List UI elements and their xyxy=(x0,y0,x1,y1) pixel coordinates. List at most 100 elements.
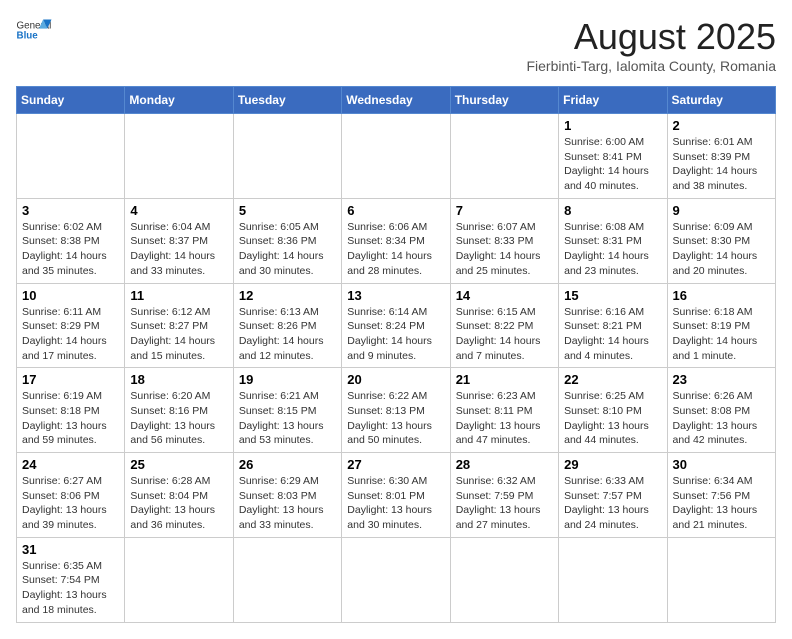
day-number: 24 xyxy=(22,457,119,472)
calendar-subtitle: Fierbinti-Targ, Ialomita County, Romania xyxy=(526,58,776,74)
day-number: 11 xyxy=(130,288,227,303)
day-info: Sunrise: 6:18 AM Sunset: 8:19 PM Dayligh… xyxy=(673,305,770,364)
day-info: Sunrise: 6:09 AM Sunset: 8:30 PM Dayligh… xyxy=(673,220,770,279)
calendar-cell xyxy=(17,114,125,199)
calendar-cell: 15 Sunrise: 6:16 AM Sunset: 8:21 PM Dayli… xyxy=(559,283,667,368)
day-info: Sunrise: 6:01 AM Sunset: 8:39 PM Dayligh… xyxy=(673,135,770,194)
logo-icon: General Blue xyxy=(16,16,52,44)
svg-text:Blue: Blue xyxy=(17,30,39,41)
weekday-header: Tuesday xyxy=(233,87,341,114)
calendar-cell: 31Sunrise: 6:35 AM Sunset: 7:54 PM Dayli… xyxy=(17,537,125,622)
calendar-cell: 28 Sunrise: 6:32 AM Sunset: 7:59 PM Dayli… xyxy=(450,453,558,538)
calendar-cell: 16 Sunrise: 6:18 AM Sunset: 8:19 PM Dayli… xyxy=(667,283,775,368)
calendar-cell: 17Sunrise: 6:19 AM Sunset: 8:18 PM Dayli… xyxy=(17,368,125,453)
day-number: 1 xyxy=(564,118,661,133)
calendar-cell: 25 Sunrise: 6:28 AM Sunset: 8:04 PM Dayli… xyxy=(125,453,233,538)
day-number: 8 xyxy=(564,203,661,218)
calendar-week-row: 1 Sunrise: 6:00 AM Sunset: 8:41 PM Daylig… xyxy=(17,114,776,199)
calendar-cell xyxy=(450,114,558,199)
day-info: Sunrise: 6:27 AM Sunset: 8:06 PM Dayligh… xyxy=(22,474,119,533)
day-info: Sunrise: 6:14 AM Sunset: 8:24 PM Dayligh… xyxy=(347,305,444,364)
calendar-cell xyxy=(342,537,450,622)
weekday-header: Wednesday xyxy=(342,87,450,114)
day-info: Sunrise: 6:35 AM Sunset: 7:54 PM Dayligh… xyxy=(22,559,119,618)
calendar-title: August 2025 xyxy=(526,16,776,58)
calendar-week-row: 10Sunrise: 6:11 AM Sunset: 8:29 PM Dayli… xyxy=(17,283,776,368)
day-number: 14 xyxy=(456,288,553,303)
day-number: 12 xyxy=(239,288,336,303)
day-number: 13 xyxy=(347,288,444,303)
calendar-cell: 21 Sunrise: 6:23 AM Sunset: 8:11 PM Dayli… xyxy=(450,368,558,453)
calendar-cell xyxy=(559,537,667,622)
day-number: 22 xyxy=(564,372,661,387)
calendar-cell: 12 Sunrise: 6:13 AM Sunset: 8:26 PM Dayli… xyxy=(233,283,341,368)
calendar-week-row: 17Sunrise: 6:19 AM Sunset: 8:18 PM Dayli… xyxy=(17,368,776,453)
day-info: Sunrise: 6:08 AM Sunset: 8:31 PM Dayligh… xyxy=(564,220,661,279)
calendar-cell xyxy=(233,114,341,199)
weekday-header: Friday xyxy=(559,87,667,114)
day-number: 26 xyxy=(239,457,336,472)
day-info: Sunrise: 6:00 AM Sunset: 8:41 PM Dayligh… xyxy=(564,135,661,194)
day-info: Sunrise: 6:23 AM Sunset: 8:11 PM Dayligh… xyxy=(456,389,553,448)
calendar-cell xyxy=(667,537,775,622)
day-info: Sunrise: 6:06 AM Sunset: 8:34 PM Dayligh… xyxy=(347,220,444,279)
page-header: General Blue August 2025 Fierbinti-Targ,… xyxy=(16,16,776,74)
calendar-cell xyxy=(342,114,450,199)
day-number: 28 xyxy=(456,457,553,472)
calendar-cell: 19 Sunrise: 6:21 AM Sunset: 8:15 PM Dayli… xyxy=(233,368,341,453)
weekday-header: Monday xyxy=(125,87,233,114)
title-block: August 2025 Fierbinti-Targ, Ialomita Cou… xyxy=(526,16,776,74)
calendar-cell: 27 Sunrise: 6:30 AM Sunset: 8:01 PM Dayli… xyxy=(342,453,450,538)
calendar-cell: 8 Sunrise: 6:08 AM Sunset: 8:31 PM Daylig… xyxy=(559,198,667,283)
calendar-cell: 10Sunrise: 6:11 AM Sunset: 8:29 PM Dayli… xyxy=(17,283,125,368)
day-info: Sunrise: 6:02 AM Sunset: 8:38 PM Dayligh… xyxy=(22,220,119,279)
calendar-cell: 29Sunrise: 6:33 AM Sunset: 7:57 PM Dayli… xyxy=(559,453,667,538)
calendar-cell: 3Sunrise: 6:02 AM Sunset: 8:38 PM Daylig… xyxy=(17,198,125,283)
day-info: Sunrise: 6:26 AM Sunset: 8:08 PM Dayligh… xyxy=(673,389,770,448)
day-number: 20 xyxy=(347,372,444,387)
day-info: Sunrise: 6:04 AM Sunset: 8:37 PM Dayligh… xyxy=(130,220,227,279)
day-number: 4 xyxy=(130,203,227,218)
day-info: Sunrise: 6:05 AM Sunset: 8:36 PM Dayligh… xyxy=(239,220,336,279)
weekday-header: Sunday xyxy=(17,87,125,114)
calendar-cell xyxy=(125,537,233,622)
calendar-cell: 2 Sunrise: 6:01 AM Sunset: 8:39 PM Daylig… xyxy=(667,114,775,199)
day-info: Sunrise: 6:16 AM Sunset: 8:21 PM Dayligh… xyxy=(564,305,661,364)
calendar-cell: 5 Sunrise: 6:05 AM Sunset: 8:36 PM Daylig… xyxy=(233,198,341,283)
calendar-cell xyxy=(450,537,558,622)
calendar-cell: 22Sunrise: 6:25 AM Sunset: 8:10 PM Dayli… xyxy=(559,368,667,453)
day-number: 18 xyxy=(130,372,227,387)
calendar-cell: 6Sunrise: 6:06 AM Sunset: 8:34 PM Daylig… xyxy=(342,198,450,283)
calendar-cell: 24 Sunrise: 6:27 AM Sunset: 8:06 PM Dayli… xyxy=(17,453,125,538)
day-info: Sunrise: 6:32 AM Sunset: 7:59 PM Dayligh… xyxy=(456,474,553,533)
day-info: Sunrise: 6:21 AM Sunset: 8:15 PM Dayligh… xyxy=(239,389,336,448)
weekday-header-row: SundayMondayTuesdayWednesdayThursdayFrid… xyxy=(17,87,776,114)
calendar-cell: 4 Sunrise: 6:04 AM Sunset: 8:37 PM Daylig… xyxy=(125,198,233,283)
day-info: Sunrise: 6:13 AM Sunset: 8:26 PM Dayligh… xyxy=(239,305,336,364)
calendar-cell: 20 Sunrise: 6:22 AM Sunset: 8:13 PM Dayli… xyxy=(342,368,450,453)
day-number: 5 xyxy=(239,203,336,218)
calendar-week-row: 3Sunrise: 6:02 AM Sunset: 8:38 PM Daylig… xyxy=(17,198,776,283)
calendar-cell: 11Sunrise: 6:12 AM Sunset: 8:27 PM Dayli… xyxy=(125,283,233,368)
day-number: 17 xyxy=(22,372,119,387)
day-number: 7 xyxy=(456,203,553,218)
day-info: Sunrise: 6:28 AM Sunset: 8:04 PM Dayligh… xyxy=(130,474,227,533)
day-info: Sunrise: 6:22 AM Sunset: 8:13 PM Dayligh… xyxy=(347,389,444,448)
calendar-cell: 14Sunrise: 6:15 AM Sunset: 8:22 PM Dayli… xyxy=(450,283,558,368)
calendar-cell: 23Sunrise: 6:26 AM Sunset: 8:08 PM Dayli… xyxy=(667,368,775,453)
day-number: 21 xyxy=(456,372,553,387)
day-number: 27 xyxy=(347,457,444,472)
day-number: 25 xyxy=(130,457,227,472)
calendar-cell: 30Sunrise: 6:34 AM Sunset: 7:56 PM Dayli… xyxy=(667,453,775,538)
weekday-header: Thursday xyxy=(450,87,558,114)
calendar-cell: 9Sunrise: 6:09 AM Sunset: 8:30 PM Daylig… xyxy=(667,198,775,283)
day-info: Sunrise: 6:29 AM Sunset: 8:03 PM Dayligh… xyxy=(239,474,336,533)
day-number: 2 xyxy=(673,118,770,133)
calendar-cell: 7Sunrise: 6:07 AM Sunset: 8:33 PM Daylig… xyxy=(450,198,558,283)
day-info: Sunrise: 6:33 AM Sunset: 7:57 PM Dayligh… xyxy=(564,474,661,533)
day-number: 16 xyxy=(673,288,770,303)
day-info: Sunrise: 6:30 AM Sunset: 8:01 PM Dayligh… xyxy=(347,474,444,533)
day-number: 19 xyxy=(239,372,336,387)
day-number: 15 xyxy=(564,288,661,303)
day-number: 30 xyxy=(673,457,770,472)
